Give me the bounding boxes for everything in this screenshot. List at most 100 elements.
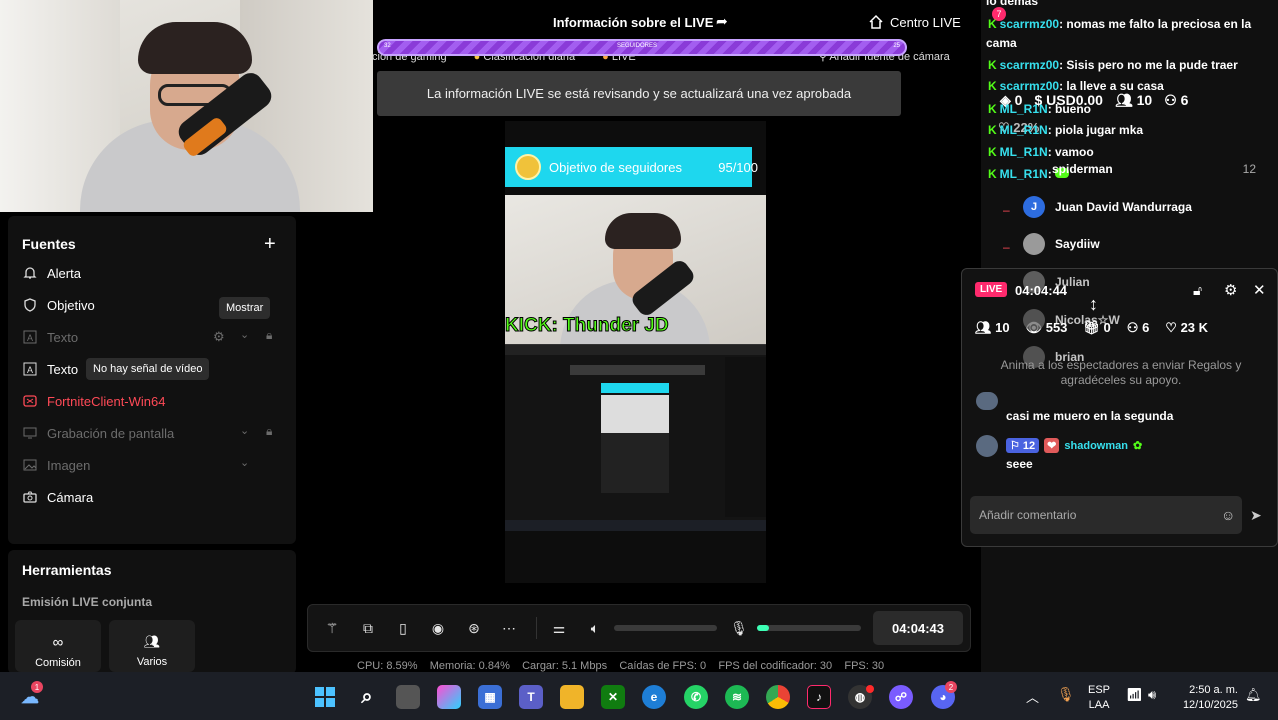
chat-message: cama — [986, 36, 1017, 50]
source-item-screen-recording[interactable]: Grabación de pantalla — [22, 423, 174, 443]
language-indicator[interactable]: ESP LAA — [1088, 683, 1110, 713]
sliders-icon[interactable]: ⚌ — [549, 618, 569, 638]
live-center-link[interactable]: Centro LIVE — [868, 14, 961, 30]
lock-icon[interactable]: 🔒︎ — [266, 328, 272, 343]
avatar: J — [1023, 196, 1045, 218]
screen-icon — [22, 426, 37, 441]
viewer-row[interactable]: Saydiiw — [1023, 233, 1100, 255]
notifications-icon[interactable]: 🔔︎ — [1245, 687, 1262, 703]
edge-icon[interactable]: e — [642, 685, 666, 709]
tooltip-show: Mostrar — [219, 297, 271, 319]
spotify-icon[interactable]: ≋ — [725, 685, 749, 709]
teams-icon[interactable]: T — [519, 685, 543, 709]
followers-stat: ⚇ 6 — [1164, 92, 1189, 108]
viewers-count: 👥︎ 10 — [975, 320, 1010, 335]
co-live-label: Emisión LIVE conjunta — [22, 595, 153, 609]
medal-icon — [515, 154, 541, 180]
settings-icon[interactable]: ⚙ — [1224, 281, 1237, 299]
goal-label: SEGUIDORES — [617, 43, 658, 49]
folder-icon[interactable] — [560, 685, 584, 709]
search-icon[interactable]: ⌕ — [355, 685, 379, 709]
hide-icon[interactable]: ⌄ — [240, 456, 249, 469]
share-icon[interactable]: ➦ — [716, 13, 728, 30]
emoji-icon[interactable]: ☺ — [1221, 507, 1235, 523]
chat-message: K ML_R1N: bueno — [988, 102, 1092, 116]
likes-count: ♡ 23 K — [1165, 320, 1209, 335]
chat-partial-line: lo demás — [986, 0, 1039, 8]
windows-start-icon[interactable] — [313, 685, 337, 709]
viewer-count: 12 — [1242, 162, 1256, 176]
chat-message: Kscarrmz00: nomas me falto la preciosa e… — [988, 17, 1252, 31]
bell-icon — [22, 266, 37, 281]
source-item-image[interactable]: Imagen — [22, 455, 90, 475]
wifi-icon[interactable]: 📶︎ — [1126, 687, 1143, 703]
mic-icon[interactable]: 🎙︎ — [729, 618, 749, 638]
hide-icon[interactable]: ⌄ — [240, 328, 249, 341]
text-icon: A — [22, 362, 37, 377]
source-item-alert[interactable]: Alerta — [22, 263, 81, 283]
volume-icon[interactable]: 🔊︎ — [1148, 687, 1156, 703]
unlock-icon[interactable]: 🔓︎ — [1193, 282, 1202, 299]
source-item-text[interactable]: A Texto — [22, 359, 78, 379]
preview-screen-capture — [505, 344, 766, 531]
source-label: Texto — [47, 329, 79, 345]
chat-message: K ML_R1N: vamoo — [988, 145, 1094, 159]
camera-switch-icon[interactable]: ⊛ — [464, 618, 484, 638]
live-timer: 04:04:43 — [873, 611, 963, 645]
whatsapp-icon[interactable]: ✆ — [684, 685, 708, 709]
gift-hint: Anima a los espectadores a enviar Regalo… — [1000, 358, 1242, 387]
followers-count: ⚇ 6 — [1126, 320, 1150, 335]
tiktok-live-icon[interactable]: ♪ — [807, 685, 831, 709]
source-label: Cámara — [47, 489, 94, 505]
chrome-icon[interactable] — [766, 685, 790, 709]
source-item-text-hidden[interactable]: A Texto — [22, 327, 78, 347]
xbox-icon[interactable]: ✕ — [601, 685, 625, 709]
fps-drops-stat: Caídas de FPS: 0 — [619, 660, 707, 672]
add-source-button[interactable]: + — [264, 233, 276, 256]
commission-button[interactable]: ∞ Comisión — [15, 620, 101, 672]
live-badge: LIVE — [975, 282, 1008, 297]
source-item-goal[interactable]: Objetivo — [22, 295, 95, 315]
settings-icon[interactable]: ⚙ — [213, 329, 225, 345]
chat-app-icon[interactable]: ☍ — [889, 685, 913, 709]
magic-wand-icon[interactable]: ⚚ — [322, 618, 342, 638]
send-icon[interactable]: ➤ — [1250, 507, 1262, 524]
speaker-icon[interactable]: 🔈︎ — [585, 618, 605, 638]
multi-guest-button[interactable]: 👥︎ Varios — [109, 620, 195, 672]
chevron-up-icon[interactable]: ︿ — [1026, 687, 1039, 706]
copilot-icon[interactable] — [437, 685, 461, 709]
stats-bar: CPU: 8.59% Memoria: 0.84% Cargar: 5.1 Mb… — [357, 660, 884, 672]
avatar — [1023, 309, 1045, 331]
comment-user[interactable]: shadowman — [1064, 440, 1128, 452]
goal-left-number: 32 — [384, 43, 391, 49]
sprout-icon: ✿ — [1132, 440, 1143, 452]
phone-icon[interactable]: ▯ — [393, 618, 413, 638]
avatar[interactable] — [976, 435, 998, 457]
mic-slider[interactable] — [757, 625, 861, 631]
source-item-camera[interactable]: Cámara — [22, 487, 93, 507]
close-icon[interactable]: ✕ — [1253, 281, 1266, 299]
viewer-row[interactable]: spiderman 12 — [1052, 162, 1256, 176]
comment-input[interactable]: Añadir comentario — [970, 496, 1242, 534]
goal-widget-label: Objetivo de seguidores — [549, 159, 682, 175]
card-label: Varios — [136, 656, 168, 668]
page-title: Información sobre el LIVE — [553, 15, 714, 30]
hide-icon[interactable]: ⌄ — [240, 424, 249, 437]
more-icon[interactable]: ⋯ — [499, 618, 519, 638]
record-icon[interactable]: ◉ — [428, 618, 448, 638]
card-label: Comisión — [35, 657, 81, 669]
layout-icon[interactable]: ⧉ — [358, 618, 378, 638]
store-icon[interactable]: ▦ — [478, 685, 502, 709]
home-icon — [868, 14, 884, 30]
review-banner: La información LIVE se está revisando y … — [377, 71, 901, 116]
volume-slider[interactable] — [614, 625, 717, 631]
viewer-row[interactable]: J Juan David Wandurraga — [1023, 196, 1192, 218]
task-view-icon[interactable] — [396, 685, 420, 709]
lock-icon[interactable]: 🔒︎ — [266, 424, 272, 439]
source-item-fortnite[interactable]: FortniteClient-Win64 — [22, 391, 166, 411]
heart-badge: ❤ — [1044, 438, 1060, 453]
viewer-row[interactable]: Nicolas☆W — [1023, 309, 1120, 331]
chat-message: Kscarrmz00: la lleve a su casa — [988, 79, 1164, 93]
mic-tray-icon[interactable]: 🎙︎ — [1057, 686, 1075, 703]
clock[interactable]: 2:50 a. m. 12/10/2025 — [1176, 683, 1238, 713]
